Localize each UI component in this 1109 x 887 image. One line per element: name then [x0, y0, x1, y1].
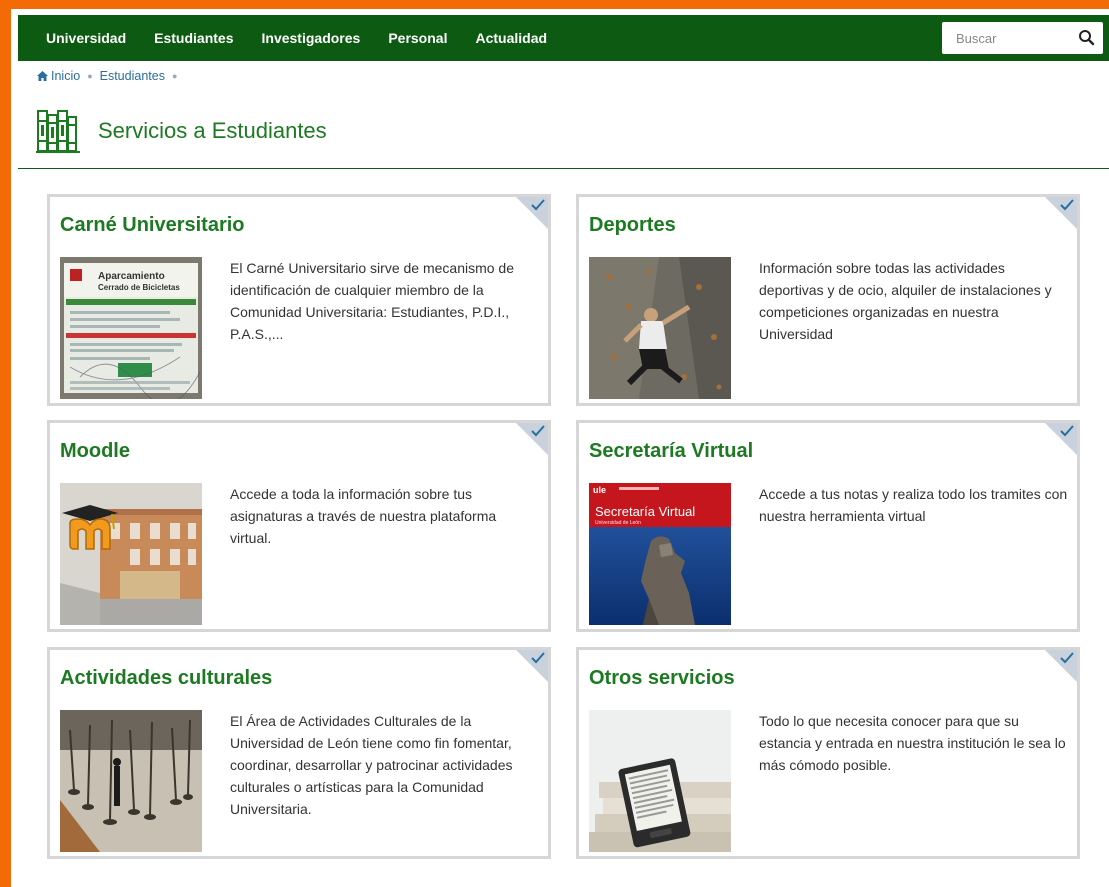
search-box — [942, 22, 1103, 54]
books-icon — [36, 110, 80, 153]
nav-menu: Universidad Estudiantes Investigadores P… — [46, 15, 575, 61]
thumb-sign-subtitle: Cerrado de Bicicletas — [98, 283, 180, 292]
service-card-actividades[interactable]: Actividades culturales El Área de Activi… — [47, 647, 551, 859]
page-title: Servicios a Estudiantes — [98, 118, 327, 143]
card-description: Accede a toda la información sobre tus a… — [230, 486, 497, 546]
check-icon — [1060, 425, 1074, 437]
carne-thumbnail: Aparcamiento Cerrado de Bicicletas — [60, 257, 202, 399]
frame-top-border — [0, 0, 1109, 9]
service-card-moodle[interactable]: Moodle Accede a toda la información sobr… — [47, 420, 551, 632]
otros-thumbnail — [589, 710, 731, 852]
card-title[interactable]: Secretaría Virtual — [589, 440, 753, 463]
card-title[interactable]: Actividades culturales — [60, 667, 272, 690]
check-icon — [531, 652, 545, 664]
check-icon — [531, 199, 545, 211]
secretaria-thumbnail: ule Secretaría Virtual Universidad de Le… — [589, 483, 731, 625]
breadcrumb-separator-icon: ● — [87, 71, 93, 81]
breadcrumb-separator-icon: ● — [171, 71, 178, 81]
card-description: Información sobre todas las actividades … — [759, 260, 1052, 342]
nav-item-personal[interactable]: Personal — [388, 30, 447, 46]
card-title[interactable]: Otros servicios — [589, 667, 735, 690]
card-title[interactable]: Carné Universitario — [60, 214, 245, 237]
thumb-banner-subtitle: Universidad de León — [595, 520, 641, 526]
header-divider — [18, 168, 1109, 169]
search-input[interactable] — [942, 22, 1072, 54]
service-card-carne[interactable]: Carné Universitario Aparcamiento Cerrado… — [47, 194, 551, 406]
main-navigation: Universidad Estudiantes Investigadores P… — [18, 15, 1109, 61]
actividades-thumbnail — [60, 710, 202, 852]
page: Universidad Estudiantes Investigadores P… — [18, 9, 1109, 887]
card-title[interactable]: Deportes — [589, 214, 676, 237]
home-icon — [37, 71, 48, 81]
nav-item-investigadores[interactable]: Investigadores — [262, 30, 361, 46]
thumb-ule-logo: ule — [593, 485, 606, 495]
page-header: Servicios a Estudiantes — [36, 108, 327, 154]
card-description: Accede a tus notas y realiza todo los tr… — [759, 486, 1068, 524]
card-description: El Carné Universitario sirve de mecanism… — [230, 260, 514, 342]
check-icon — [1060, 652, 1074, 664]
service-card-secretaria[interactable]: Secretaría Virtual ule Secretaría Virtua… — [576, 420, 1080, 632]
thumb-banner-title: Secretaría Virtual — [595, 504, 695, 519]
check-icon — [1060, 199, 1074, 211]
breadcrumb: Inicio ● Estudiantes ● — [37, 69, 184, 83]
deportes-thumbnail — [589, 257, 731, 399]
check-icon — [531, 425, 545, 437]
breadcrumb-estudiantes-link[interactable]: Estudiantes — [100, 69, 165, 83]
nav-item-actualidad[interactable]: Actualidad — [475, 30, 547, 46]
nav-item-universidad[interactable]: Universidad — [46, 30, 126, 46]
card-description: Todo lo que necesita conocer para que su… — [759, 713, 1066, 773]
service-card-otros[interactable]: Otros servicios Todo lo que necesita con… — [576, 647, 1080, 859]
nav-item-estudiantes[interactable]: Estudiantes — [154, 30, 233, 46]
card-title[interactable]: Moodle — [60, 440, 130, 463]
search-icon[interactable] — [1077, 28, 1097, 48]
card-description: El Área de Actividades Culturales de la … — [230, 713, 513, 817]
frame-left-border — [0, 0, 11, 887]
thumb-sign-title: Aparcamiento — [98, 271, 165, 282]
service-card-deportes[interactable]: Deportes Información sobre todas las act… — [576, 194, 1080, 406]
moodle-thumbnail — [60, 483, 202, 625]
breadcrumb-home-link[interactable]: Inicio — [51, 69, 80, 83]
